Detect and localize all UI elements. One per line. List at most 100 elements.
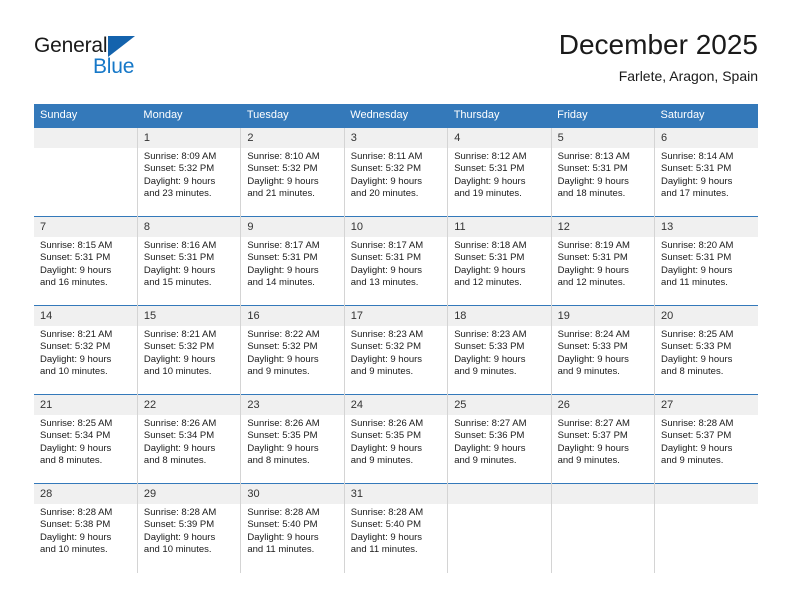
day-number: 22 [137,395,241,415]
calendar-day-cell[interactable]: 11 Sunrise: 8:18 AM Sunset: 5:31 PM Dayligh… [447,216,552,306]
calendar-day-cell[interactable]: 17 Sunrise: 8:23 AM Sunset: 5:32 PM Dayligh… [343,305,448,395]
daylight-duration-line2: and 9 minutes. [557,455,620,467]
calendar-day-cell[interactable]: 31 Sunrise: 8:28 AM Sunset: 5:40 PM Dayligh… [343,483,448,573]
sunrise-time: Sunrise: 8:21 AM [143,329,217,340]
daylight-duration-line2: and 20 minutes. [350,188,419,200]
sunset-time: Sunset: 5:32 PM [247,163,318,175]
daylight-duration-line1: Daylight: 9 hours [350,442,423,454]
calendar-day-cell[interactable]: 25 Sunrise: 8:27 AM Sunset: 5:36 PM Dayligh… [447,394,552,484]
calendar-day-cell[interactable]: 2 Sunrise: 8:10 AM Sunset: 5:32 PM Daylight… [240,127,345,217]
daylight-duration-line1: Daylight: 9 hours [143,531,216,543]
calendar-day-cell[interactable]: 1 Sunrise: 8:09 AM Sunset: 5:32 PM Daylight… [136,127,241,217]
day-details: Sunrise: 8:12 AM Sunset: 5:31 PM Daylight:… [448,148,550,201]
calendar-day-cell[interactable]: 30 Sunrise: 8:28 AM Sunset: 5:40 PM Dayligh… [240,483,345,573]
day-details: Sunrise: 8:23 AM Sunset: 5:33 PM Daylight:… [448,326,550,379]
sunset-time: Sunset: 5:31 PM [350,252,421,264]
calendar-day-cell[interactable]: 18 Sunrise: 8:23 AM Sunset: 5:33 PM Dayligh… [447,305,552,395]
calendar-day-cell[interactable]: 19 Sunrise: 8:24 AM Sunset: 5:33 PM Dayligh… [550,305,655,395]
day-number: 3 [344,128,448,148]
calendar-day-cell[interactable]: 23 Sunrise: 8:26 AM Sunset: 5:35 PM Dayligh… [240,394,345,484]
sunset-time: Sunset: 5:31 PM [40,252,111,264]
sunset-time: Sunset: 5:37 PM [661,430,732,442]
calendar-day-cell[interactable]: 9 Sunrise: 8:17 AM Sunset: 5:31 PM Daylight… [240,216,345,306]
sunrise-time: Sunrise: 8:28 AM [143,507,217,518]
daylight-duration-line1: Daylight: 9 hours [454,175,526,187]
calendar-day-cell[interactable]: 8 Sunrise: 8:16 AM Sunset: 5:31 PM Daylight… [136,216,241,306]
daylight-duration-line1: Daylight: 9 hours [143,353,216,365]
daylight-duration-line2: and 8 minutes. [143,455,207,467]
calendar-day-cell[interactable]: 26 Sunrise: 8:27 AM Sunset: 5:37 PM Dayligh… [550,394,655,484]
daylight-duration-line2: and 14 minutes. [247,277,315,289]
day-number: 27 [655,395,758,415]
calendar-day-cell[interactable]: 22 Sunrise: 8:26 AM Sunset: 5:34 PM Dayligh… [136,394,241,484]
sunrise-time: Sunrise: 8:14 AM [661,151,734,162]
day-details: Sunrise: 8:13 AM Sunset: 5:31 PM Daylight:… [552,148,654,201]
day-number: 2 [241,128,344,148]
generalblue-logo[interactable]: General Blue [34,34,194,90]
sunrise-time: Sunrise: 8:20 AM [661,240,734,251]
page-title: December 2025 [558,29,758,60]
day-number: 4 [448,128,551,148]
calendar-day-cell[interactable]: 16 Sunrise: 8:22 AM Sunset: 5:32 PM Dayligh… [240,305,345,395]
calendar-day-cell[interactable]: 10 Sunrise: 8:17 AM Sunset: 5:31 PM Dayligh… [343,216,448,306]
calendar-day-cell[interactable]: 6 Sunrise: 8:14 AM Sunset: 5:31 PM Daylight… [654,127,758,217]
calendar-day-cell[interactable]: 15 Sunrise: 8:21 AM Sunset: 5:32 PM Dayligh… [136,305,241,395]
sunrise-time: Sunrise: 8:26 AM [350,418,424,429]
daylight-duration-line1: Daylight: 9 hours [350,353,423,365]
daylight-duration-line2: and 13 minutes. [350,277,419,289]
daylight-duration-line1: Daylight: 9 hours [40,353,112,365]
daylight-duration-line1: Daylight: 9 hours [40,531,112,543]
daylight-duration-line1: Daylight: 9 hours [40,264,112,276]
calendar-day-cell[interactable]: 3 Sunrise: 8:11 AM Sunset: 5:32 PM Daylight… [343,127,448,217]
day-details: Sunrise: 8:26 AM Sunset: 5:34 PM Daylight:… [138,415,240,468]
daylight-duration-line2: and 18 minutes. [557,188,626,200]
daylight-duration-line1: Daylight: 9 hours [454,442,526,454]
sunset-time: Sunset: 5:31 PM [661,163,732,175]
calendar-day-cell[interactable]: 5 Sunrise: 8:13 AM Sunset: 5:31 PM Daylight… [550,127,655,217]
calendar-day-cell[interactable]: 13 Sunrise: 8:20 AM Sunset: 5:31 PM Dayligh… [654,216,758,306]
logo-text-blue: Blue [93,55,135,78]
weekday-header-friday: Friday [551,104,655,128]
calendar-day-cell[interactable]: 7 Sunrise: 8:15 AM Sunset: 5:31 PM Daylight… [34,216,138,306]
daylight-duration-line1: Daylight: 9 hours [143,175,216,187]
sunrise-time: Sunrise: 8:09 AM [143,151,217,162]
day-number: 29 [137,484,241,504]
sunrise-time: Sunrise: 8:17 AM [350,240,424,251]
calendar-day-cell[interactable]: 28 Sunrise: 8:28 AM Sunset: 5:38 PM Dayligh… [34,483,138,573]
daylight-duration-line1: Daylight: 9 hours [247,442,319,454]
day-details: Sunrise: 8:19 AM Sunset: 5:31 PM Daylight:… [552,237,654,290]
calendar-day-cell[interactable]: 14 Sunrise: 8:21 AM Sunset: 5:32 PM Dayligh… [34,305,138,395]
sunset-time: Sunset: 5:31 PM [454,252,525,264]
daylight-duration-line1: Daylight: 9 hours [350,175,423,187]
day-number: 17 [344,306,448,326]
sunrise-time: Sunrise: 8:26 AM [143,418,217,429]
daylight-duration-line1: Daylight: 9 hours [143,264,216,276]
sunset-time: Sunset: 5:31 PM [454,163,525,175]
calendar-day-cell[interactable]: 4 Sunrise: 8:12 AM Sunset: 5:31 PM Daylight… [447,127,552,217]
day-number [34,128,137,148]
daylight-duration-line2: and 12 minutes. [454,277,522,289]
calendar-empty-cell [447,483,552,573]
sunset-time: Sunset: 5:40 PM [247,519,318,531]
calendar-empty-cell [34,127,138,217]
sunset-time: Sunset: 5:38 PM [40,519,111,531]
calendar-week-row: 1 Sunrise: 8:09 AM Sunset: 5:32 PM Daylight… [34,127,758,217]
daylight-duration-line2: and 10 minutes. [143,544,212,556]
day-number: 6 [655,128,758,148]
calendar-day-cell[interactable]: 20 Sunrise: 8:25 AM Sunset: 5:33 PM Dayligh… [654,305,758,395]
daylight-duration-line1: Daylight: 9 hours [661,264,733,276]
calendar-day-cell[interactable]: 21 Sunrise: 8:25 AM Sunset: 5:34 PM Dayligh… [34,394,138,484]
calendar-week-row: 21 Sunrise: 8:25 AM Sunset: 5:34 PM Dayligh… [34,394,758,484]
sunset-time: Sunset: 5:32 PM [350,163,421,175]
sunset-time: Sunset: 5:36 PM [454,430,525,442]
calendar-day-cell[interactable]: 12 Sunrise: 8:19 AM Sunset: 5:31 PM Dayligh… [550,216,655,306]
calendar-day-cell[interactable]: 24 Sunrise: 8:26 AM Sunset: 5:35 PM Dayligh… [343,394,448,484]
sunset-time: Sunset: 5:31 PM [661,252,732,264]
day-number: 20 [655,306,758,326]
calendar-day-cell[interactable]: 27 Sunrise: 8:28 AM Sunset: 5:37 PM Dayligh… [654,394,758,484]
day-details: Sunrise: 8:21 AM Sunset: 5:32 PM Daylight:… [138,326,240,379]
daylight-duration-line1: Daylight: 9 hours [247,264,319,276]
calendar-grid: Sunday Monday Tuesday Wednesday Thursday… [34,104,758,573]
day-number [448,484,551,504]
calendar-day-cell[interactable]: 29 Sunrise: 8:28 AM Sunset: 5:39 PM Dayligh… [136,483,241,573]
